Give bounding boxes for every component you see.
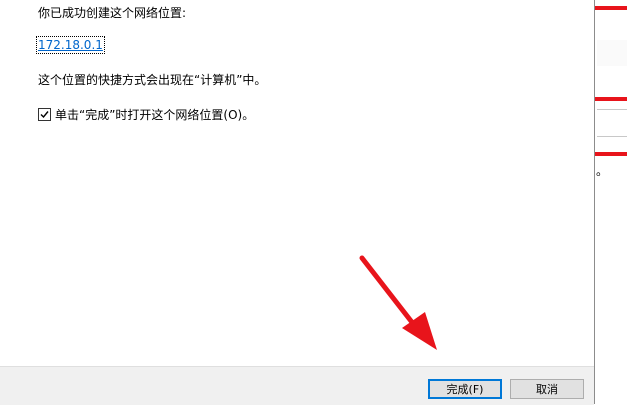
network-location-link[interactable]: 172.18.0.1 bbox=[36, 36, 105, 54]
background-panel bbox=[597, 40, 627, 66]
background-red-mark bbox=[595, 152, 627, 156]
background-divider bbox=[597, 136, 627, 137]
finish-button[interactable]: 完成(F) bbox=[428, 379, 502, 399]
wizard-footer: 完成(F) 取消 bbox=[0, 366, 594, 405]
add-network-location-wizard: 你已成功创建这个网络位置: 172.18.0.1 这个位置的快捷方式会出现在“计… bbox=[0, 0, 594, 405]
open-location-checkbox-row[interactable]: 单击“完成”时打开这个网络位置(O)。 bbox=[38, 106, 254, 123]
open-location-checkbox[interactable] bbox=[38, 108, 51, 121]
background-text-fragment: 。 bbox=[596, 164, 609, 178]
success-message: 你已成功创建这个网络位置: bbox=[38, 6, 187, 20]
background-divider bbox=[597, 109, 627, 110]
shortcut-info-text: 这个位置的快捷方式会出现在“计算机”中。 bbox=[38, 73, 267, 87]
cancel-button[interactable]: 取消 bbox=[510, 379, 584, 399]
background-red-mark bbox=[595, 97, 627, 101]
background-red-mark bbox=[595, 6, 627, 10]
open-location-checkbox-label[interactable]: 单击“完成”时打开这个网络位置(O)。 bbox=[55, 106, 254, 123]
checkmark-icon bbox=[40, 111, 49, 119]
